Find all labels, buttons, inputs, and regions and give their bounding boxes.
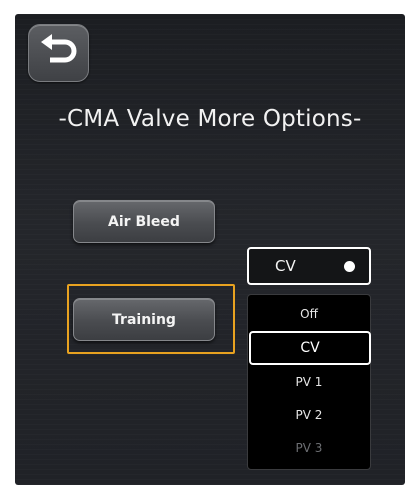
training-button[interactable]: Training: [73, 298, 215, 341]
option-off[interactable]: Off: [248, 299, 370, 329]
mode-options-list: Off CV PV 1 PV 2 PV 3: [247, 294, 371, 470]
cma-valve-options-screen: -CMA Valve More Options- Air Bleed Train…: [15, 14, 405, 485]
air-bleed-button[interactable]: Air Bleed: [73, 200, 215, 243]
option-pv1[interactable]: PV 1: [248, 367, 370, 397]
back-arrow-icon: [40, 34, 76, 63]
mode-select-value: CV: [275, 257, 296, 275]
radio-dot-icon: [344, 261, 355, 272]
option-pv2[interactable]: PV 2: [248, 400, 370, 430]
back-button[interactable]: [28, 24, 89, 82]
option-pv3[interactable]: PV 3: [248, 433, 370, 463]
page-title: -CMA Valve More Options-: [58, 106, 362, 132]
option-cv[interactable]: CV: [249, 331, 371, 365]
mode-select[interactable]: CV: [247, 247, 371, 285]
